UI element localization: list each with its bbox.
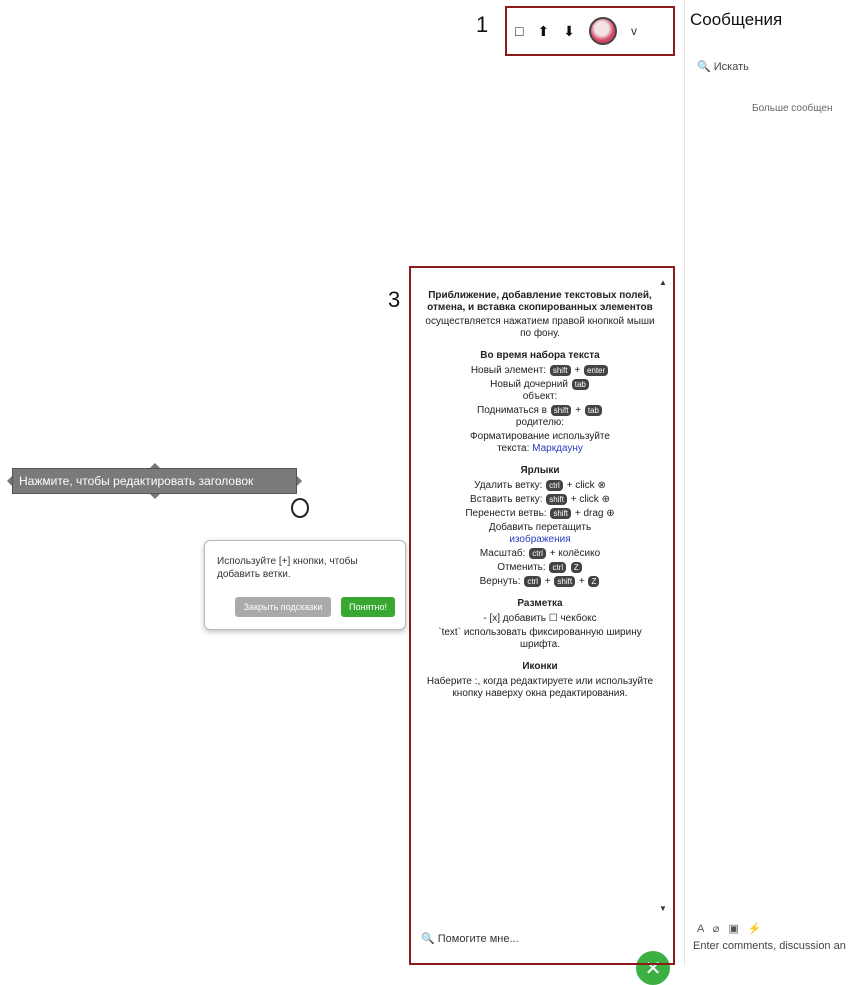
top-toolbar: □ ⬆ ⬇ v xyxy=(505,6,675,56)
arrow-up-icon[interactable]: ⬆ xyxy=(537,24,549,38)
node-right-handle[interactable] xyxy=(297,476,307,486)
chevron-down-icon[interactable]: v xyxy=(631,24,637,38)
avatar[interactable] xyxy=(588,17,617,45)
root-node[interactable]: Нажмите, чтобы редактировать заголовок xyxy=(12,468,297,494)
hint-popup: Используйте [+] кнопки, чтобы добавить в… xyxy=(204,540,406,630)
messages-panel xyxy=(684,0,859,966)
node-left-handle[interactable] xyxy=(2,476,12,486)
got-it-button[interactable]: Понятно! xyxy=(341,597,395,617)
callout-1: 1 xyxy=(476,12,489,37)
messages-title: Сообщения xyxy=(690,10,783,29)
hint-popup-text: Используйте [+] кнопки, чтобы добавить в… xyxy=(217,556,358,580)
node-bottom-handle[interactable] xyxy=(150,494,160,504)
arrow-down-icon[interactable]: ⬇ xyxy=(563,24,575,38)
messages-search[interactable]: 🔍 Искать xyxy=(697,60,749,73)
callout-3: 3 xyxy=(388,287,401,312)
annotation-box-help xyxy=(409,266,675,965)
more-messages-link[interactable]: Больше сообщен xyxy=(752,103,832,114)
comment-input[interactable]: Enter comments, discussion an xyxy=(693,940,846,952)
root-node-title[interactable]: Нажмите, чтобы редактировать заголовок xyxy=(19,474,253,488)
square-icon[interactable]: □ xyxy=(515,24,523,38)
node-connector-circle[interactable] xyxy=(291,498,309,518)
hide-hints-button[interactable]: Закрыть подсказки xyxy=(235,597,331,617)
node-top-handle[interactable] xyxy=(150,458,160,468)
comment-toolbar[interactable]: A ⌀ ▣ ⚡ xyxy=(697,922,765,935)
